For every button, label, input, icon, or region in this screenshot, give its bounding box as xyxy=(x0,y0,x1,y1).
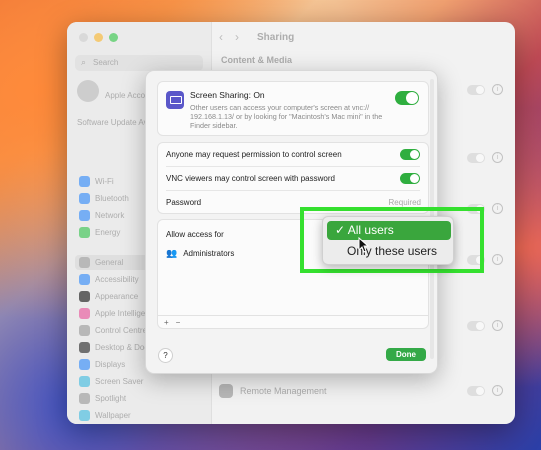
request-permission-toggle[interactable] xyxy=(400,149,420,160)
menu-item-all-users[interactable]: ✓ All users xyxy=(327,221,451,240)
remove-user-button[interactable]: − xyxy=(174,318,183,327)
vnc-password-label: VNC viewers may control screen with pass… xyxy=(166,174,335,183)
user-entry-label: Administrators xyxy=(183,249,235,258)
add-user-button[interactable]: + xyxy=(162,318,171,327)
mouse-cursor-icon xyxy=(358,237,370,253)
list-controls: + − xyxy=(158,315,428,328)
screen-sharing-title: Screen Sharing: On xyxy=(190,90,265,100)
access-dropdown-menu: ✓ All users Only these users xyxy=(322,216,454,265)
options-card: Anyone may request permission to control… xyxy=(157,142,429,214)
allow-access-label: Allow access for xyxy=(166,230,224,239)
people-icon: 👥 xyxy=(166,248,178,258)
screen-sharing-card: Screen Sharing: On Other users can acces… xyxy=(157,81,429,136)
menu-item-only-these-users[interactable]: Only these users xyxy=(327,242,451,261)
password-field[interactable]: Required xyxy=(389,198,421,207)
screen-sharing-icon xyxy=(166,91,184,109)
help-button[interactable]: ? xyxy=(158,348,173,363)
list-item[interactable]: 👥 Administrators xyxy=(166,248,234,259)
request-permission-label: Anyone may request permission to control… xyxy=(166,150,342,159)
divider xyxy=(166,190,420,191)
checkmark-icon: ✓ xyxy=(335,223,346,237)
divider xyxy=(166,166,420,167)
menu-item-label: All users xyxy=(347,223,394,237)
vnc-password-toggle[interactable] xyxy=(400,173,420,184)
screen-sharing-toggle[interactable] xyxy=(395,91,419,105)
screen-sharing-description: Other users can access your computer's s… xyxy=(190,103,383,130)
done-button[interactable]: Done xyxy=(386,348,426,361)
password-label: Password xyxy=(166,198,202,207)
